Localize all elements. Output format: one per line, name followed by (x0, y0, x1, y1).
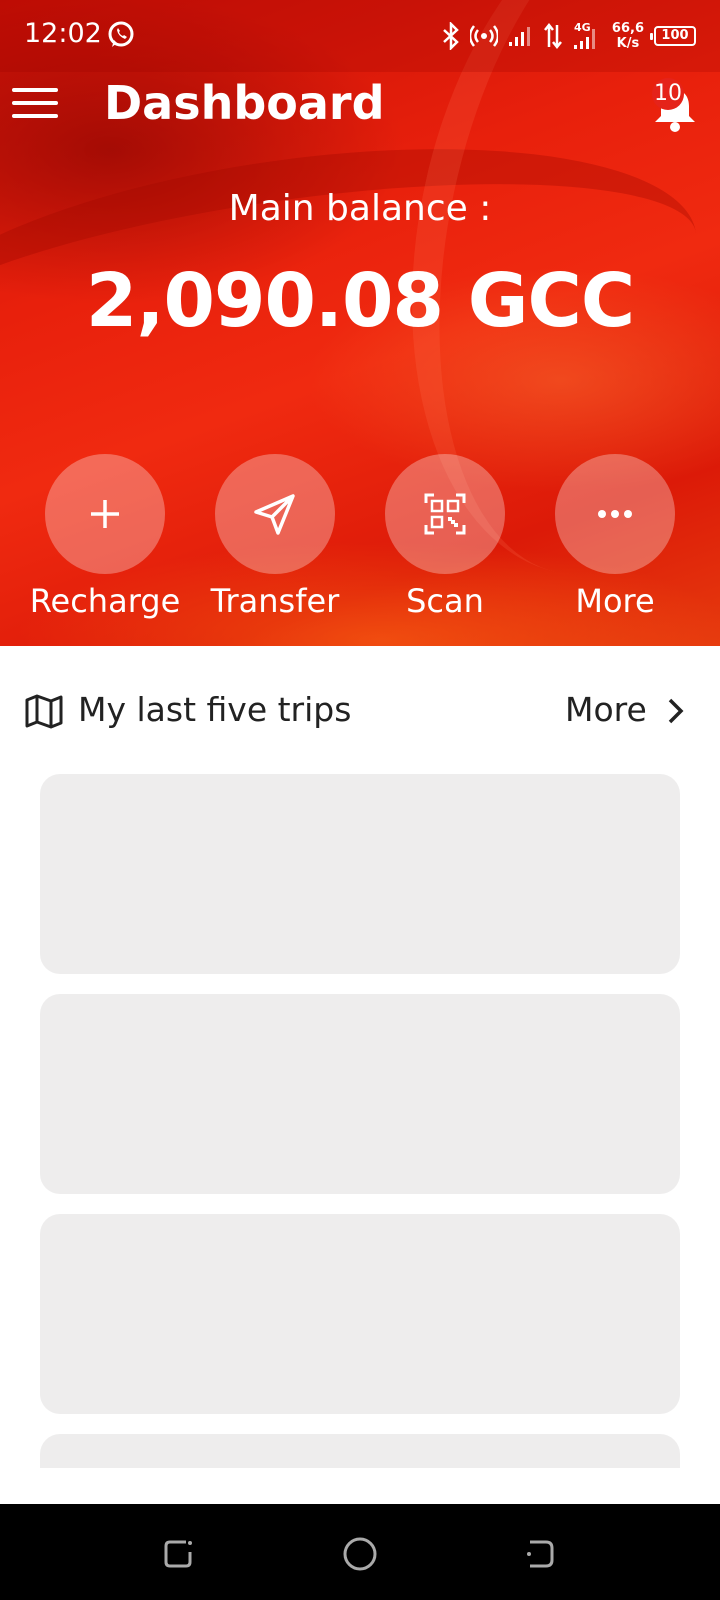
transfer-label: Transfer (210, 582, 340, 620)
send-icon (254, 494, 295, 535)
recharge-circle[interactable] (45, 454, 165, 574)
home-icon[interactable] (340, 1534, 380, 1574)
more-actions-button[interactable]: More (530, 454, 700, 620)
back-icon[interactable] (520, 1534, 560, 1574)
plus-icon (91, 500, 119, 528)
system-nav-bar (0, 1504, 720, 1600)
more-dots-icon (598, 510, 632, 518)
map-icon (25, 694, 63, 729)
chevron-right-icon[interactable] (664, 696, 688, 726)
recent-apps-icon[interactable] (160, 1534, 200, 1574)
more-actions-label: More (575, 582, 655, 620)
more-circle[interactable] (555, 454, 675, 574)
hotspot-icon (469, 25, 498, 47)
trip-card-placeholder (40, 774, 680, 974)
balance-label: Main balance : (228, 188, 492, 229)
signal-4g-icon: 4G (573, 21, 595, 49)
whatsapp-icon (108, 21, 134, 47)
trip-card-placeholder (40, 1434, 680, 1468)
balance-value: 2,090.08 GCC (85, 258, 635, 344)
network-speed-unit: K/s (616, 36, 640, 51)
notification-badge: 10 (652, 78, 684, 110)
network-speed-value: 66,6 (611, 21, 644, 36)
bluetooth-icon (443, 22, 459, 50)
transfer-circle[interactable] (215, 454, 335, 574)
menu-icon[interactable] (12, 88, 58, 124)
scan-button[interactable]: Scan (360, 454, 530, 620)
trips-more-link[interactable]: More (565, 690, 647, 729)
signal-icon (508, 27, 530, 46)
network-speed: 66,6 K/s (612, 21, 644, 51)
recharge-label: Recharge (29, 582, 181, 620)
trip-card-placeholder (40, 994, 680, 1194)
quick-actions: Recharge Transfer Scan More (0, 454, 720, 634)
page-title: Dashboard (104, 76, 385, 130)
battery-indicator: 100 (650, 26, 696, 46)
transfer-button[interactable]: Transfer (190, 454, 360, 620)
svg-text:4G: 4G (574, 21, 591, 34)
status-bar: 12:02 4G 66,6 K/s 100 (0, 0, 720, 72)
trip-card-placeholder (40, 1214, 680, 1414)
data-arrows-icon (543, 23, 562, 49)
qr-scan-icon (424, 493, 466, 535)
trips-header: My last five trips More (0, 682, 720, 738)
trips-title: My last five trips (78, 690, 352, 729)
scan-label: Scan (406, 582, 484, 620)
scan-circle[interactable] (385, 454, 505, 574)
trips-list (40, 774, 680, 1468)
recharge-button[interactable]: Recharge (20, 454, 190, 620)
status-time: 12:02 (24, 18, 102, 49)
